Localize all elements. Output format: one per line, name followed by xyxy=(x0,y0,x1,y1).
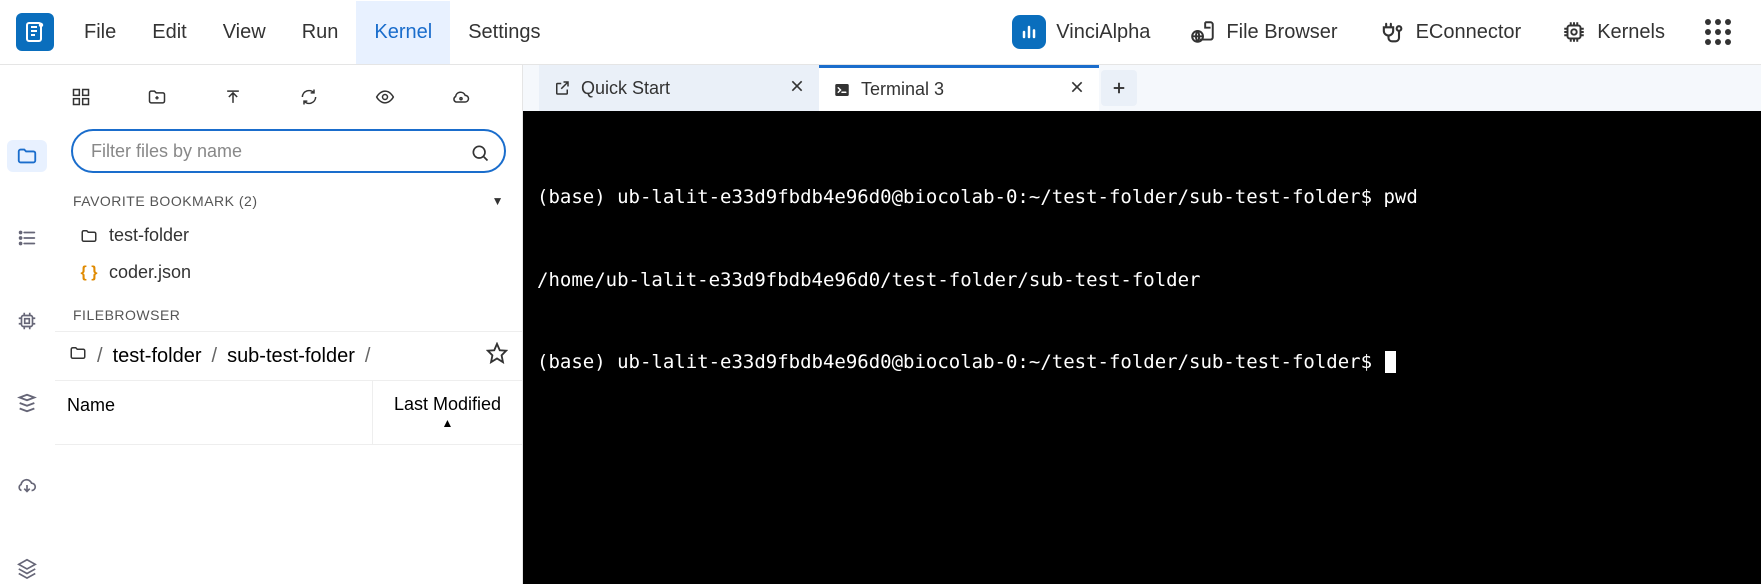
activity-layers[interactable] xyxy=(7,552,47,584)
column-name[interactable]: Name xyxy=(55,381,372,444)
star-icon xyxy=(486,342,508,364)
top-menu-bar: File Edit View Run Kernel Settings Vinci… xyxy=(0,0,1761,65)
favorite-star-button[interactable] xyxy=(486,342,508,370)
terminal-icon xyxy=(833,81,851,99)
tab-bar: Quick Start Terminal 3 xyxy=(523,65,1761,111)
content-area: FAVORITE BOOKMARK (2) ▼ test-folder { } … xyxy=(0,65,1761,584)
kernels-label: Kernels xyxy=(1597,21,1665,44)
column-modified[interactable]: Last Modified ▲ xyxy=(372,381,522,444)
activity-toc[interactable] xyxy=(7,222,47,254)
breadcrumb-seg-1[interactable]: test-folder xyxy=(113,345,202,368)
add-tab-button[interactable] xyxy=(1101,70,1137,106)
breadcrumb-sep: / xyxy=(212,345,218,368)
close-icon[interactable] xyxy=(789,78,805,99)
favorite-section-header[interactable]: FAVORITE BOOKMARK (2) ▼ xyxy=(55,183,522,217)
stacks-icon xyxy=(16,392,38,414)
new-folder-button[interactable] xyxy=(139,79,175,115)
sort-asc-icon: ▲ xyxy=(442,417,454,430)
kernels-button[interactable]: Kernels xyxy=(1561,19,1665,45)
launcher-button[interactable] xyxy=(63,79,99,115)
favorite-item-label: test-folder xyxy=(109,225,189,246)
tab-terminal[interactable]: Terminal 3 xyxy=(819,65,1099,111)
menu-settings[interactable]: Settings xyxy=(450,1,558,64)
cloud-icon xyxy=(451,87,471,107)
toggle-hidden-button[interactable] xyxy=(367,79,403,115)
folder-plus-icon xyxy=(147,87,167,107)
terminal-line: (base) ub-lalit-e33d9fbdb4e96d0@biocolab… xyxy=(537,184,1747,212)
activity-files[interactable] xyxy=(7,140,47,172)
sidebar-toolbar xyxy=(55,65,522,123)
menu-file[interactable]: File xyxy=(66,1,134,64)
app-logo[interactable] xyxy=(16,13,54,51)
econnector-button[interactable]: EConnector xyxy=(1378,18,1522,46)
chip-outline-icon xyxy=(16,310,38,332)
cloud-sync-button[interactable] xyxy=(443,79,479,115)
favorite-item-folder[interactable]: test-folder xyxy=(65,217,512,254)
menu-kernel[interactable]: Kernel xyxy=(356,1,450,64)
activity-cloud[interactable] xyxy=(7,469,47,501)
list-icon xyxy=(16,227,38,249)
terminal-prompt: (base) ub-lalit-e33d9fbdb4e96d0@biocolab… xyxy=(537,349,1747,377)
econnector-label: EConnector xyxy=(1416,21,1522,44)
folder-icon xyxy=(16,145,38,167)
folder-small-icon xyxy=(69,344,87,368)
menu-view[interactable]: View xyxy=(205,1,284,64)
json-file-icon: { } xyxy=(79,264,99,282)
menu-items: File Edit View Run Kernel Settings xyxy=(66,1,558,64)
activity-chip[interactable] xyxy=(7,305,47,337)
refresh-icon xyxy=(299,87,319,107)
search-icon xyxy=(470,143,490,163)
filter-input[interactable] xyxy=(71,129,506,173)
filebrowser-label: File Browser xyxy=(1226,21,1337,44)
activity-stacks[interactable] xyxy=(7,387,47,419)
tab-terminal-label: Terminal 3 xyxy=(861,79,944,100)
filebrowser-button[interactable]: File Browser xyxy=(1190,19,1337,45)
file-sidebar: FAVORITE BOOKMARK (2) ▼ test-folder { } … xyxy=(55,65,523,584)
menu-edit[interactable]: Edit xyxy=(134,1,204,64)
folder-outline-icon xyxy=(79,227,99,245)
layers-icon xyxy=(16,557,38,579)
vincialpha-label: VinciAlpha xyxy=(1056,21,1150,44)
plug-icon xyxy=(1378,18,1406,46)
close-icon[interactable] xyxy=(1069,79,1085,100)
top-right-toolbar: VinciAlpha File Browser ECo xyxy=(1012,15,1751,49)
tab-quickstart[interactable]: Quick Start xyxy=(539,65,819,111)
breadcrumb: / test-folder / sub-test-folder / xyxy=(55,331,522,380)
terminal-cursor xyxy=(1385,351,1396,373)
favorite-header-label: FAVORITE BOOKMARK (2) xyxy=(73,193,258,209)
grid-icon xyxy=(71,87,91,107)
upload-button[interactable] xyxy=(215,79,251,115)
globe-file-icon xyxy=(1190,19,1216,45)
plus-icon xyxy=(1110,79,1128,97)
bar-chart-icon xyxy=(1012,15,1046,49)
upload-icon xyxy=(223,87,243,107)
favorite-item-json[interactable]: { } coder.json xyxy=(65,254,512,291)
eye-icon xyxy=(375,87,395,107)
menu-run[interactable]: Run xyxy=(284,1,357,64)
filter-wrap xyxy=(55,123,522,183)
apps-menu-button[interactable] xyxy=(1705,19,1731,45)
favorite-item-label: coder.json xyxy=(109,262,191,283)
chevron-down-icon: ▼ xyxy=(492,194,504,208)
tab-quickstart-label: Quick Start xyxy=(581,78,670,99)
breadcrumb-sep: / xyxy=(97,345,103,368)
filebrowser-section-header: FILEBROWSER xyxy=(55,291,522,331)
favorite-list: test-folder { } coder.json xyxy=(55,217,522,291)
vincialpha-button[interactable]: VinciAlpha xyxy=(1012,15,1150,49)
cloud-download-icon xyxy=(16,474,38,496)
terminal-line: /home/ub-lalit-e33d9fbdb4e96d0/test-fold… xyxy=(537,267,1747,295)
chip-icon xyxy=(1561,19,1587,45)
external-link-icon xyxy=(553,79,571,97)
apps-grid-icon xyxy=(1705,19,1731,45)
refresh-button[interactable] xyxy=(291,79,327,115)
activity-bar xyxy=(0,65,55,584)
column-modified-label: Last Modified xyxy=(394,395,501,415)
breadcrumb-seg-2[interactable]: sub-test-folder xyxy=(227,345,355,368)
terminal-output[interactable]: (base) ub-lalit-e33d9fbdb4e96d0@biocolab… xyxy=(523,111,1761,584)
main-panel: Quick Start Terminal 3 xyxy=(523,65,1761,584)
file-table-header: Name Last Modified ▲ xyxy=(55,380,522,445)
breadcrumb-sep: / xyxy=(365,345,371,368)
